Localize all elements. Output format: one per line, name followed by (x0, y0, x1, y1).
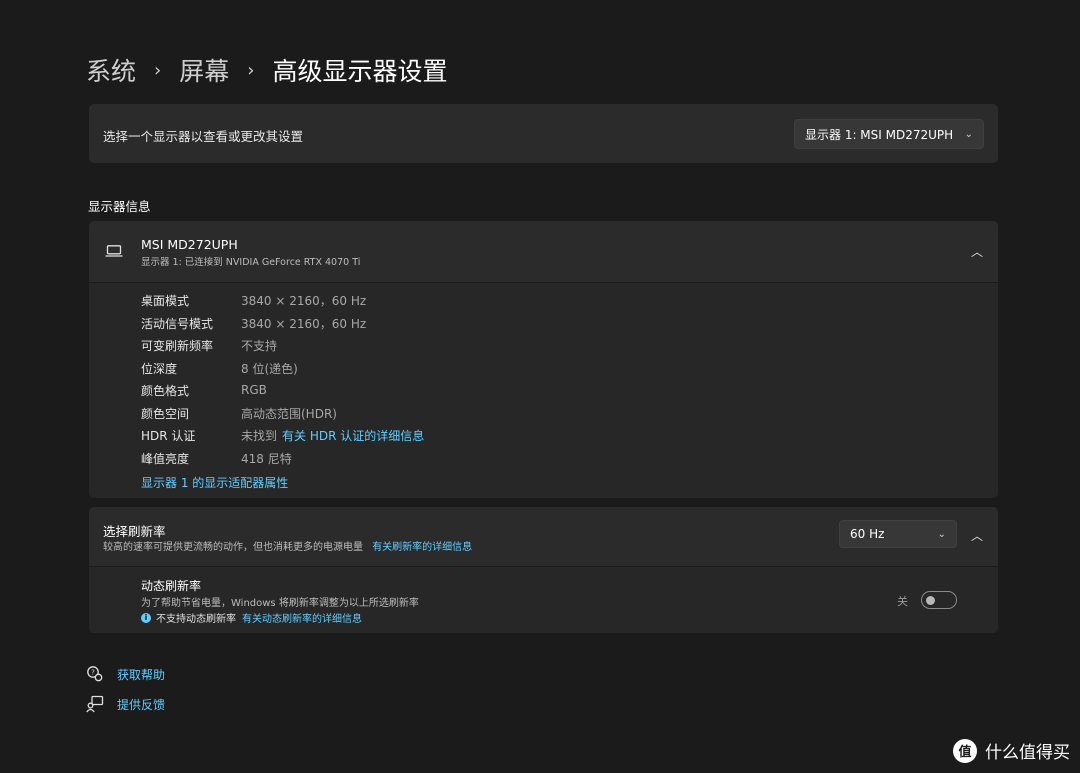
info-row-peak-brightness: 峰值亮度 418 尼特 (141, 451, 292, 466)
breadcrumb-item-system[interactable]: 系统 (86, 52, 136, 88)
toggle-knob (926, 595, 935, 605)
chevron-up-icon[interactable]: ︿ (971, 243, 983, 260)
monitor-select-label: 选择一个显示器以查看或更改其设置 (103, 129, 304, 144)
refresh-rate-info-link[interactable]: 有关刷新率的详细信息 (372, 542, 472, 553)
info-row-color-space: 颜色空间 高动态范围(HDR) (141, 406, 337, 421)
display-info-header[interactable]: MSI MD272UPH 显示器 1: 已连接到 NVIDIA GeForce … (89, 221, 998, 282)
dynamic-refresh-description: 为了帮助节省电量，Windows 将刷新率调整为以上所选刷新率 (141, 598, 419, 609)
info-row-bit-depth: 位深度 8 位(递色) (141, 361, 298, 376)
feedback-icon (86, 695, 104, 713)
toggle-state-label: 关 (897, 595, 908, 608)
breadcrumb: 系统 › 屏幕 › 高级显示器设置 (86, 50, 447, 90)
info-row-color-format: 颜色格式 RGB (141, 383, 267, 398)
help-person-icon: ? (87, 666, 103, 682)
chevron-up-icon[interactable]: ︿ (971, 527, 983, 544)
dynamic-refresh-info-link[interactable]: 有关动态刷新率的详细信息 (242, 610, 362, 625)
refresh-rate-value: 60 Hz (850, 527, 885, 541)
dynamic-refresh-body: 动态刷新率 为了帮助节省电量，Windows 将刷新率调整为以上所选刷新率 i … (89, 567, 998, 633)
monitor-dropdown-value: 显示器 1: MSI MD272UPH (805, 127, 954, 142)
chevron-down-icon: ⌄ (937, 528, 946, 540)
breadcrumb-item-display[interactable]: 屏幕 (179, 52, 229, 88)
hdr-cert-link[interactable]: 有关 HDR 认证的详细信息 (282, 427, 424, 444)
breadcrumb-separator-icon: › (154, 59, 162, 81)
info-row-hdr-cert: HDR 认证 未找到 有关 HDR 认证的详细信息 (141, 427, 425, 444)
refresh-rate-dropdown[interactable]: 60 Hz ⌄ (839, 520, 957, 548)
monitor-select-card: 选择一个显示器以查看或更改其设置 显示器 1: MSI MD272UPH ⌄ (89, 104, 998, 163)
watermark: 值 什么值得买 (953, 738, 1070, 763)
breadcrumb-separator-icon: › (247, 59, 255, 81)
watermark-text: 什么值得买 (985, 743, 1070, 763)
section-title-display-info: 显示器信息 (88, 199, 151, 214)
display-subtitle: 显示器 1: 已连接到 NVIDIA GeForce RTX 4070 Ti (141, 257, 361, 268)
chevron-down-icon: ⌄ (964, 128, 973, 140)
dynamic-refresh-title: 动态刷新率 (141, 579, 202, 593)
info-icon: i (141, 612, 151, 623)
refresh-rate-description: 较高的速率可提供更流畅的动作，但也消耗更多的电源电量 有关刷新率的详细信息 (103, 542, 473, 553)
monitor-dropdown[interactable]: 显示器 1: MSI MD272UPH ⌄ (794, 119, 984, 149)
smzdm-logo-icon: 值 (953, 738, 977, 763)
svg-text:?: ? (91, 669, 95, 677)
dynamic-refresh-note: i 不支持动态刷新率 有关动态刷新率的详细信息 (141, 610, 362, 625)
give-feedback-link[interactable]: 提供反馈 (86, 695, 165, 713)
get-help-link[interactable]: ? 获取帮助 (86, 665, 165, 683)
adapter-properties-link[interactable]: 显示器 1 的显示适配器属性 (141, 474, 288, 491)
display-name: MSI MD272UPH (141, 237, 238, 252)
info-row-active-signal-mode: 活动信号模式 3840 × 2160，60 Hz (141, 316, 367, 331)
dynamic-refresh-toggle[interactable] (921, 591, 957, 609)
info-row-variable-refresh: 可变刷新频率 不支持 (141, 338, 278, 353)
display-info-body: 桌面模式 3840 × 2160，60 Hz 活动信号模式 3840 × 216… (89, 283, 998, 498)
page-title: 高级显示器设置 (272, 57, 448, 86)
refresh-rate-header: 选择刷新率 较高的速率可提供更流畅的动作，但也消耗更多的电源电量 有关刷新率的详… (89, 507, 998, 566)
info-row-desktop-mode: 桌面模式 3840 × 2160，60 Hz (141, 293, 367, 308)
laptop-icon (105, 245, 123, 257)
